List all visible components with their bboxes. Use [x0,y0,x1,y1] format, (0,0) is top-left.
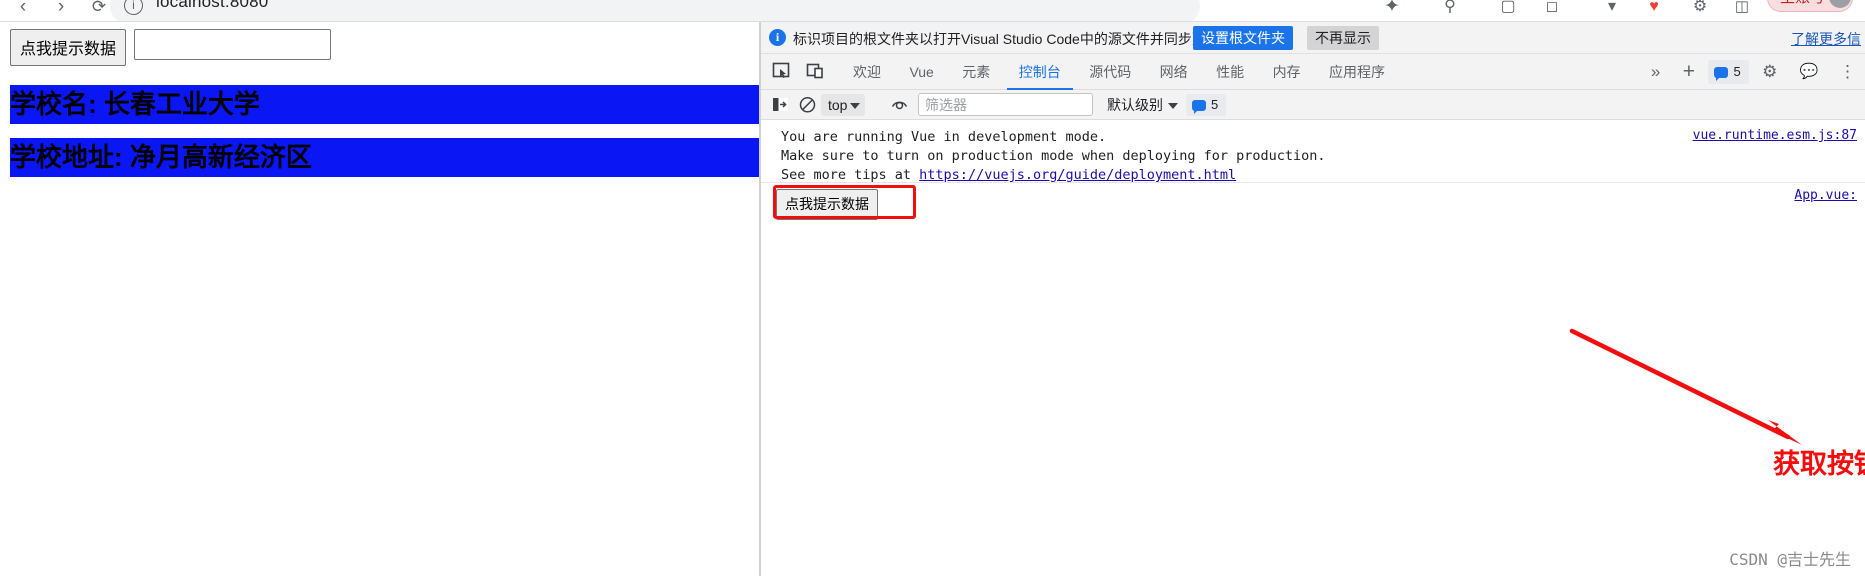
sparkle-icon[interactable]: ✦ [1375,0,1409,22]
address-bar[interactable]: i localhost:8080 [110,0,1200,22]
devtools-tabs: 欢迎 Vue 元素 控制台 源代码 网络 性能 内存 应用程序 [841,54,1397,90]
source-link-app-vue[interactable]: App.vue: [1794,188,1857,203]
school-name-banner: 学校名: 长春工业大学 [10,85,760,124]
devtools-panel: i 标识项目的根文件夹以打开Visual Studio Code中的源文件并同步… [761,22,1865,576]
back-arrow-icon[interactable]: ‹ [6,0,40,22]
search-icon[interactable]: ⚲ [1433,0,1467,22]
console-toolbar: top 默认级别 5 [761,90,1865,120]
console-log-area[interactable]: You are running Vue in development mode.… [761,120,1865,576]
tab-performance[interactable]: 性能 [1204,54,1256,90]
issues-count: 5 [1733,64,1741,79]
split-icon[interactable]: ▾ [1595,0,1629,22]
show-data-button[interactable]: 点我提示数据 [10,29,127,66]
console-filter-input[interactable] [918,93,1093,116]
tab-vue[interactable]: Vue [897,54,945,90]
log-divider [761,182,1865,183]
devtools-tab-strip: 欢迎 Vue 元素 控制台 源代码 网络 性能 内存 应用程序 » + 5 ⚙ … [761,54,1865,90]
learn-more-link[interactable]: 了解更多信 [1791,29,1861,49]
tab-list-icon[interactable]: ◫ [1725,0,1759,22]
tab-console[interactable]: 控制台 [1007,54,1073,90]
tab-memory[interactable]: 内存 [1261,54,1313,90]
address-bar-url: localhost:8080 [156,0,269,11]
tab-elements[interactable]: 元素 [950,54,1002,90]
info-bar-message: 标识项目的根文件夹以打开Visual Studio Code中的源文件并同步更改… [793,31,1234,47]
web-page-viewport: 点我提示数据 学校名: 长春工业大学 学校地址: 净月高新经济区 [0,22,760,576]
annotation-label: 获取按钮的值 [1773,449,1865,479]
chevron-down-icon [1168,103,1178,109]
page-info-icon[interactable]: i [124,0,143,15]
tab-welcome[interactable]: 欢迎 [841,54,893,90]
console-issues-badge[interactable]: 5 [1186,94,1227,116]
info-circle-icon: i [769,29,786,46]
heart-icon[interactable]: ♥ [1637,0,1671,22]
set-root-folder-button[interactable]: 设置根文件夹 [1193,26,1293,50]
console-issues-count: 5 [1211,97,1219,112]
device-toolbar-icon[interactable] [805,61,831,83]
live-expression-icon[interactable] [889,95,911,115]
screencast-icon[interactable]: ◻ [1535,0,1569,22]
tab-application[interactable]: 应用程序 [1317,54,1397,90]
vuejs-deployment-link[interactable]: https://vuejs.org/guide/deployment.html [919,167,1236,183]
console-sidebar-icon[interactable] [771,95,793,115]
feedback-icon[interactable]: 💬 [1791,54,1828,90]
log-line-prefix: See more tips at [781,167,920,183]
message-bubble-icon [1714,66,1729,81]
log-line: Make sure to turn on production mode whe… [781,148,1326,164]
log-level-select[interactable]: 默认级别 [1101,94,1183,116]
puzzle-icon[interactable]: ⚙ [1683,0,1717,22]
gear-icon[interactable]: ⚙ [1753,54,1786,90]
devtools-info-bar: i 标识项目的根文件夹以打开Visual Studio Code中的源文件并同步… [761,22,1865,54]
issues-badge[interactable]: 5 [1708,60,1749,84]
dont-show-again-button[interactable]: 不再显示 [1307,26,1379,50]
browser-toolbar-right: ✦ ⚲ ▢ ◻ ▾ ♥ ⚙ ◫ ○ 主账号 [1205,0,1865,22]
watermark: CSDN @吉士先生 [1729,550,1851,569]
tab-network[interactable]: 网络 [1148,54,1200,90]
profile-label: 主账号 [1780,0,1825,7]
school-address-banner: 学校地址: 净月高新经济区 [10,138,760,177]
source-link-vue-runtime[interactable]: vue.runtime.esm.js:87 [1693,128,1857,143]
inspect-element-icon[interactable] [771,61,797,83]
console-output-row: 点我提示数据 [773,185,1863,220]
data-input[interactable] [134,29,332,60]
chevron-double-right-icon[interactable]: » [1642,54,1669,90]
browser-chrome: ‹ › ⟳ i localhost:8080 ✦ ⚲ ▢ ◻ ▾ ♥ ⚙ ◫ ○… [0,0,1865,22]
plus-icon[interactable]: + [1674,54,1704,90]
bookmark-icon[interactable]: ▢ [1491,0,1525,22]
chevron-down-icon [850,103,861,109]
tab-sources[interactable]: 源代码 [1077,54,1143,90]
forward-arrow-icon[interactable]: › [44,0,78,22]
devtools-tab-actions: » + 5 ⚙ 💬 ⋮ [1642,54,1863,90]
red-arrow-pointing-up-left [1569,328,1802,445]
red-highlight-box [773,185,916,219]
execution-context-value: top [828,97,848,113]
log-level-value: 默认级别 [1107,97,1163,113]
page-controls: 点我提示数据 [10,29,332,66]
execution-context-select[interactable]: top [821,94,866,116]
vue-dev-mode-message: You are running Vue in development mode.… [781,128,1851,185]
clear-console-icon[interactable] [797,95,819,115]
screenshot-root: ‹ › ⟳ i localhost:8080 ✦ ⚲ ▢ ◻ ▾ ♥ ⚙ ◫ ○… [0,0,1865,576]
message-bubble-icon [1192,99,1206,114]
more-vertical-icon[interactable]: ⋮ [1832,54,1863,90]
log-line: You are running Vue in development mode. [781,129,1107,145]
